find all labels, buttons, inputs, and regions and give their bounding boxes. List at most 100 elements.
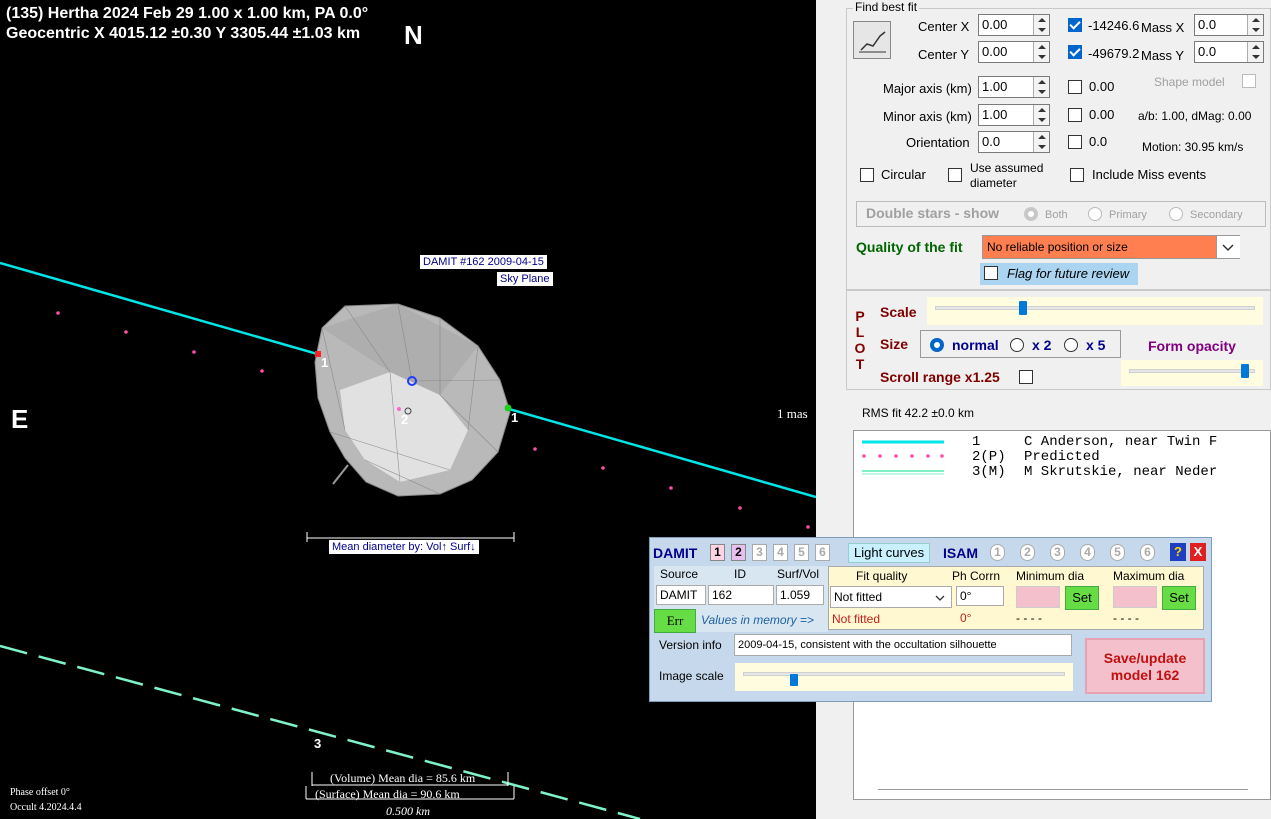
size-label: Size [880,336,909,352]
shape-model-label: Shape model [1154,75,1225,89]
find-best-fit-button[interactable] [853,21,891,59]
isam-tab-6[interactable]: 6 [1140,544,1155,561]
size-x2-radio[interactable] [1010,338,1024,352]
damit-title: DAMIT [653,545,698,561]
err-button[interactable]: Err [654,609,696,633]
center-x-checkbox[interactable] [1068,18,1082,32]
set-min-button[interactable]: Set [1065,586,1099,610]
minor-axis-result: 0.00 [1089,107,1115,122]
light-curves-button[interactable]: Light curves [848,543,931,563]
ph-corr-memory: 0° [960,611,972,625]
horizontal-scrollbar[interactable] [878,789,1248,790]
version-info-label: Version info [659,638,722,652]
orientation-checkbox[interactable] [1068,135,1082,149]
legend-row: 2(P) Predicted [972,449,1100,465]
major-axis-input[interactable]: 1.00 [978,76,1050,98]
legend-row: 3(M) M Skrutskie, near Neder [972,464,1218,480]
double-stars-label: Double stars - show [866,205,1000,221]
size-x5-label: x 5 [1086,337,1106,353]
source-field[interactable]: DAMIT [656,585,706,605]
geocentric-coords: Geocentric X 4015.12 ±0.30 Y 3305.44 ±1.… [6,25,361,42]
quality-dropdown-arrow[interactable] [1216,236,1240,258]
major-axis-result: 0.00 [1089,79,1115,94]
set-max-button[interactable]: Set [1162,586,1196,610]
north-label: N [404,20,423,50]
double-secondary-radio[interactable] [1169,207,1183,221]
isam-tab-4[interactable]: 4 [1080,544,1095,561]
fit-quality-select[interactable]: Not fitted [830,586,952,608]
surf-vol-header: Surf/Vol [777,567,820,581]
size-normal-radio[interactable] [930,338,944,352]
flag-review-label: Flag for future review [1007,266,1130,281]
double-both-radio[interactable] [1024,207,1038,221]
orientation-label: Orientation [906,135,970,150]
chord-1-start-label: 1 [321,355,329,370]
minor-axis-checkbox[interactable] [1068,108,1082,122]
quality-select[interactable]: No reliable position or size [982,235,1240,259]
size-x5-radio[interactable] [1064,338,1078,352]
close-button[interactable]: X [1190,543,1206,561]
help-button[interactable]: ? [1170,543,1186,561]
save-update-model-button[interactable]: Save/update model 162 [1085,638,1205,694]
mass-x-input[interactable]: 0.0 [1194,14,1264,36]
isam-tab-2[interactable]: 2 [1020,544,1035,561]
damit-tab-1[interactable]: 1 [710,544,725,561]
isam-tab-5[interactable]: 5 [1110,544,1125,561]
chord-1-end-label: 1 [511,410,519,425]
isam-tab-1[interactable]: 1 [990,544,1005,561]
mass-x-label: Mass X [1141,20,1185,35]
opacity-slider[interactable] [1121,360,1263,386]
damit-tab-4[interactable]: 4 [773,544,788,561]
min-dia-field[interactable] [1016,586,1060,608]
fit-quality-header: Fit quality [856,569,908,583]
center-y-checkbox[interactable] [1068,45,1082,59]
scale-slider-thumb[interactable] [1019,301,1028,315]
center-x-input[interactable]: 0.00 [978,14,1050,36]
volume-mean-dia: (Volume) Mean dia = 85.6 km [330,771,476,785]
image-scale-slider[interactable] [735,663,1073,691]
opacity-slider-thumb[interactable] [1241,364,1250,378]
min-dia-header: Minimum dia [1016,569,1085,583]
scroll-range-label: Scroll range x1.25 [880,369,1000,385]
damit-tab-2[interactable]: 2 [731,544,746,561]
double-primary-label: Primary [1109,209,1147,221]
mean-diameter-label: Mean diameter by: Vol↑ Surf↓ [329,540,479,554]
asteroid-shape-model [314,303,511,497]
double-primary-radio[interactable] [1088,207,1102,221]
ph-corr-header: Ph Corrn [952,569,1001,583]
ph-corr-field[interactable]: 0° [956,586,1004,606]
form-opacity-label: Form opacity [1148,338,1236,354]
center-x-result: -14246.6 [1088,18,1140,33]
max-dia-header: Maximum dia [1113,569,1185,583]
id-field[interactable]: 162 [708,585,774,605]
major-axis-checkbox[interactable] [1068,80,1082,94]
image-scale-thumb[interactable] [790,674,799,686]
include-miss-checkbox[interactable] [1070,168,1084,182]
damit-tab-3[interactable]: 3 [752,544,767,561]
minor-axis-input[interactable]: 1.00 [978,104,1050,126]
max-dia-field[interactable] [1113,586,1157,608]
damit-tab-5[interactable]: 5 [794,544,809,561]
surf-vol-field[interactable]: 1.059 [776,585,824,605]
scale-slider[interactable] [927,297,1263,325]
center-y-input[interactable]: 0.00 [978,41,1050,63]
mass-y-input[interactable]: 0.0 [1194,41,1264,63]
damit-tab-6[interactable]: 6 [815,544,830,561]
include-miss-label: Include Miss events [1092,167,1207,182]
scroll-range-checkbox[interactable] [1019,370,1033,384]
orientation-input[interactable]: 0.0 [978,131,1050,153]
source-header: Source [660,567,699,581]
id-header: ID [734,567,746,581]
isam-tab-3[interactable]: 3 [1050,544,1065,561]
find-best-fit-title: Find best fit [853,0,920,14]
flag-review-checkbox[interactable] [984,266,998,280]
surface-mean-dia: (Surface) Mean dia = 90.6 km [315,787,460,801]
shape-model-checkbox[interactable] [1242,74,1256,88]
quality-label: Quality of the fit [856,239,963,255]
legend-row: 1C Anderson, near Twin F [972,434,1218,450]
version-info-field[interactable]: 2009-04-15, consistent with the occultat… [734,634,1072,656]
minor-axis-label: Minor axis (km) [883,109,972,124]
assumed-diameter-checkbox[interactable] [948,168,962,182]
min-dia-memory: - - - - [1016,611,1042,625]
circular-checkbox[interactable] [860,168,874,182]
